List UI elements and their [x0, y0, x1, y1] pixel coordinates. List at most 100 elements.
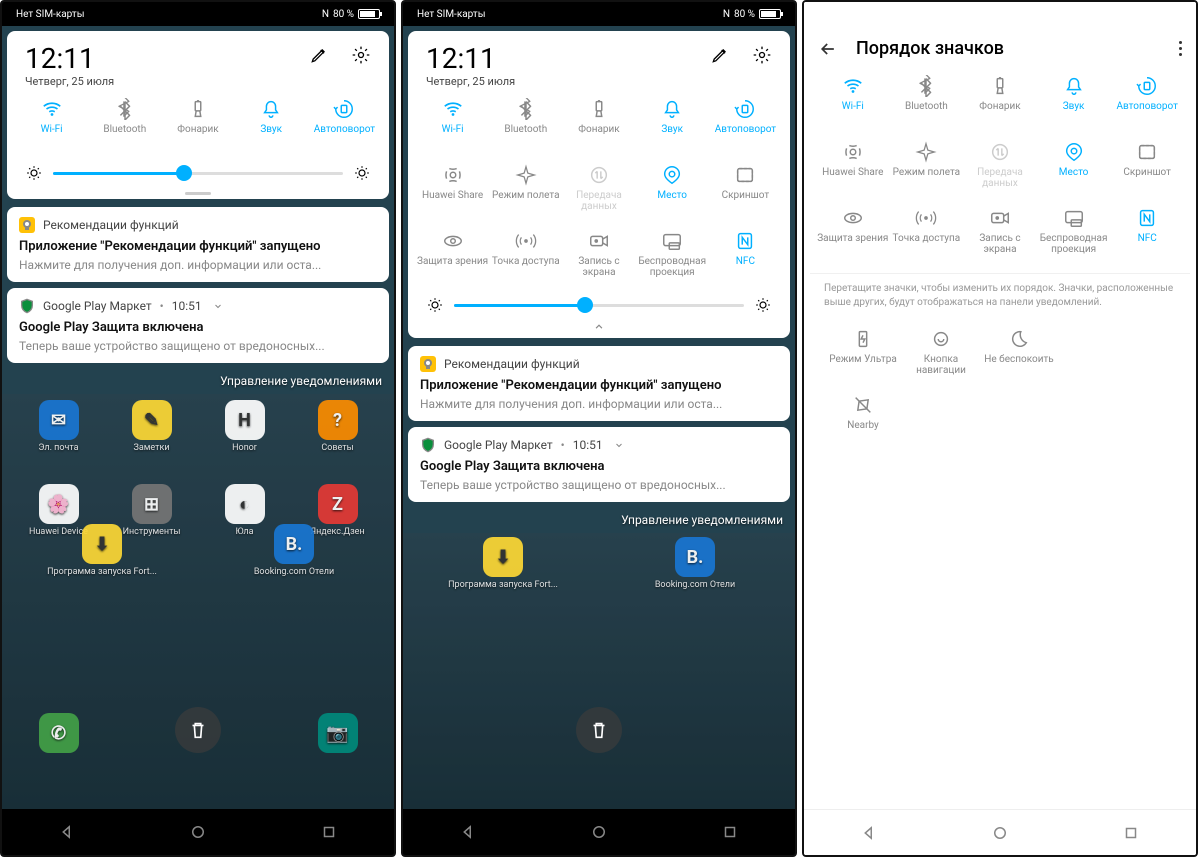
page-title: Порядок значков: [856, 38, 1161, 59]
manage-notifications-link[interactable]: Управление уведомлениями: [2, 366, 394, 394]
notification-recommendations[interactable]: Рекомендации функций Приложение "Рекомен…: [7, 207, 389, 282]
qs-wifi[interactable]: Wi-Fi: [15, 98, 88, 154]
tile-screenrecord[interactable]: Запись с экрана: [963, 207, 1037, 263]
slider-track[interactable]: [454, 304, 744, 307]
collapse-handle[interactable]: [416, 318, 782, 334]
home-button[interactable]: [991, 824, 1009, 842]
tile-flashlight[interactable]: Фонарик: [963, 75, 1037, 131]
notification-play-protect[interactable]: Google Play Маркет • 10:51 Google Play З…: [7, 288, 389, 363]
tile-ultra[interactable]: Режим Ультра: [824, 328, 902, 386]
back-button[interactable]: [860, 824, 878, 842]
bell-icon: [1063, 75, 1085, 97]
notif-source: Google Play Маркет: [444, 438, 553, 452]
wifi-icon: [41, 98, 63, 120]
qs-sound[interactable]: Звук: [235, 98, 308, 154]
app-tips[interactable]: ?Советы: [295, 400, 380, 453]
tile-nfc[interactable]: NFC: [1110, 207, 1184, 263]
notification-play-protect[interactable]: Google Play Маркет•10:51 Google Play Защ…: [408, 427, 790, 502]
app-fortnite[interactable]: ⬇Программа запуска Fort...: [30, 524, 174, 577]
app-honor[interactable]: HHonor: [202, 400, 287, 453]
lightbulb-icon: [19, 217, 35, 233]
bell-icon: [260, 98, 282, 120]
qs-flashlight[interactable]: Фонарик: [562, 98, 635, 154]
tile-sound[interactable]: Звук: [1037, 75, 1111, 131]
recents-button[interactable]: [320, 823, 338, 841]
qs-mobile-data[interactable]: Передача данных: [562, 164, 635, 220]
tile-huawei-share[interactable]: Huawei Share: [816, 141, 890, 197]
qs-screenshot[interactable]: Скриншот: [709, 164, 782, 220]
app-notes[interactable]: ✎Заметки: [109, 400, 194, 453]
tile-location[interactable]: Место: [1037, 141, 1111, 197]
slider-track[interactable]: [53, 172, 343, 175]
sim-status: Нет SIM-карты: [417, 9, 485, 20]
qs-flashlight[interactable]: Фонарик: [161, 98, 234, 154]
more-menu-icon[interactable]: [1179, 41, 1182, 56]
back-button[interactable]: [58, 823, 76, 841]
qs-autorotate[interactable]: Автоповорот: [709, 98, 782, 154]
tile-autorotate[interactable]: Автоповорот: [1110, 75, 1184, 131]
home-button[interactable]: [189, 823, 207, 841]
notification-recommendations[interactable]: Рекомендации функций Приложение "Рекомен…: [408, 346, 790, 421]
home-wallpaper: ⬇Программа запуска Fort... B.Booking.com…: [403, 533, 795, 809]
bluetooth-icon: [114, 98, 136, 120]
qs-screenrecord[interactable]: Запись с экрана: [562, 230, 635, 286]
slider-thumb[interactable]: [577, 297, 593, 313]
edit-icon[interactable]: [309, 45, 329, 65]
gear-icon[interactable]: [351, 45, 371, 65]
qs-bluetooth[interactable]: Bluetooth: [489, 98, 562, 154]
app-booking[interactable]: B.Booking.com Отели: [623, 537, 767, 590]
tile-nearby[interactable]: Nearby: [824, 394, 902, 452]
qs-airplane[interactable]: Режим полета: [489, 164, 562, 220]
tile-airplane[interactable]: Режим полета: [890, 141, 964, 197]
clear-notifications-button[interactable]: [576, 707, 622, 753]
dock-phone[interactable]: ✆: [16, 713, 101, 753]
location-icon: [661, 164, 683, 186]
battery-icon: [358, 9, 380, 19]
edit-icon[interactable]: [710, 45, 730, 65]
brightness-slider[interactable]: [416, 286, 782, 318]
brightness-slider[interactable]: [15, 154, 381, 186]
tile-dnd[interactable]: Не беспокоить: [980, 328, 1058, 386]
clear-notifications-button[interactable]: [175, 707, 221, 753]
hotspot-icon: [915, 207, 937, 229]
recents-button[interactable]: [721, 823, 739, 841]
qs-huawei-share[interactable]: Huawei Share: [416, 164, 489, 220]
tile-wifi[interactable]: Wi-Fi: [816, 75, 890, 131]
app-mail[interactable]: ✉Эл. почта: [16, 400, 101, 453]
gear-icon[interactable]: [752, 45, 772, 65]
back-arrow-icon[interactable]: [818, 39, 838, 59]
tile-mobile-data[interactable]: Передача данных: [963, 141, 1037, 197]
record-icon: [588, 230, 610, 252]
status-bar: [804, 2, 1196, 26]
back-button[interactable]: [459, 823, 477, 841]
app-booking[interactable]: B.Booking.com Отели: [222, 524, 366, 577]
manage-notifications-link[interactable]: Управление уведомлениями: [403, 505, 795, 533]
dock-camera[interactable]: 📷: [295, 713, 380, 753]
notif-subtitle: Теперь ваше устройство защищено от вредо…: [420, 478, 778, 492]
tile-bluetooth[interactable]: Bluetooth: [890, 75, 964, 131]
qs-bluetooth[interactable]: Bluetooth: [88, 98, 161, 154]
qs-location[interactable]: Место: [636, 164, 709, 220]
recents-button[interactable]: [1122, 824, 1140, 842]
notif-title: Приложение "Рекомендации функций" запуще…: [420, 378, 778, 393]
home-button[interactable]: [590, 823, 608, 841]
chevron-down-icon[interactable]: [611, 439, 627, 451]
slider-thumb[interactable]: [176, 165, 192, 181]
tile-eye-comfort[interactable]: Защита зрения: [816, 207, 890, 263]
tile-screenshot[interactable]: Скриншот: [1110, 141, 1184, 197]
qs-eye-comfort[interactable]: Защита зрения: [416, 230, 489, 286]
qs-nfc[interactable]: NFC: [709, 230, 782, 286]
tile-cast[interactable]: Беспроводная проекция: [1037, 207, 1111, 263]
qs-sound[interactable]: Звук: [636, 98, 709, 154]
nfc-indicator: N: [723, 9, 730, 20]
expand-handle[interactable]: [185, 192, 211, 195]
qs-wifi[interactable]: Wi-Fi: [416, 98, 489, 154]
panel-date: Четверг, 25 июля: [426, 75, 515, 88]
chevron-down-icon[interactable]: [210, 300, 226, 312]
tile-hotspot[interactable]: Точка доступа: [890, 207, 964, 263]
qs-cast[interactable]: Беспроводная проекция: [636, 230, 709, 286]
app-fortnite[interactable]: ⬇Программа запуска Fort...: [431, 537, 575, 590]
tile-navbutton[interactable]: Кнопка навигации: [902, 328, 980, 386]
qs-autorotate[interactable]: Автоповорот: [308, 98, 381, 154]
qs-hotspot[interactable]: Точка доступа: [489, 230, 562, 286]
